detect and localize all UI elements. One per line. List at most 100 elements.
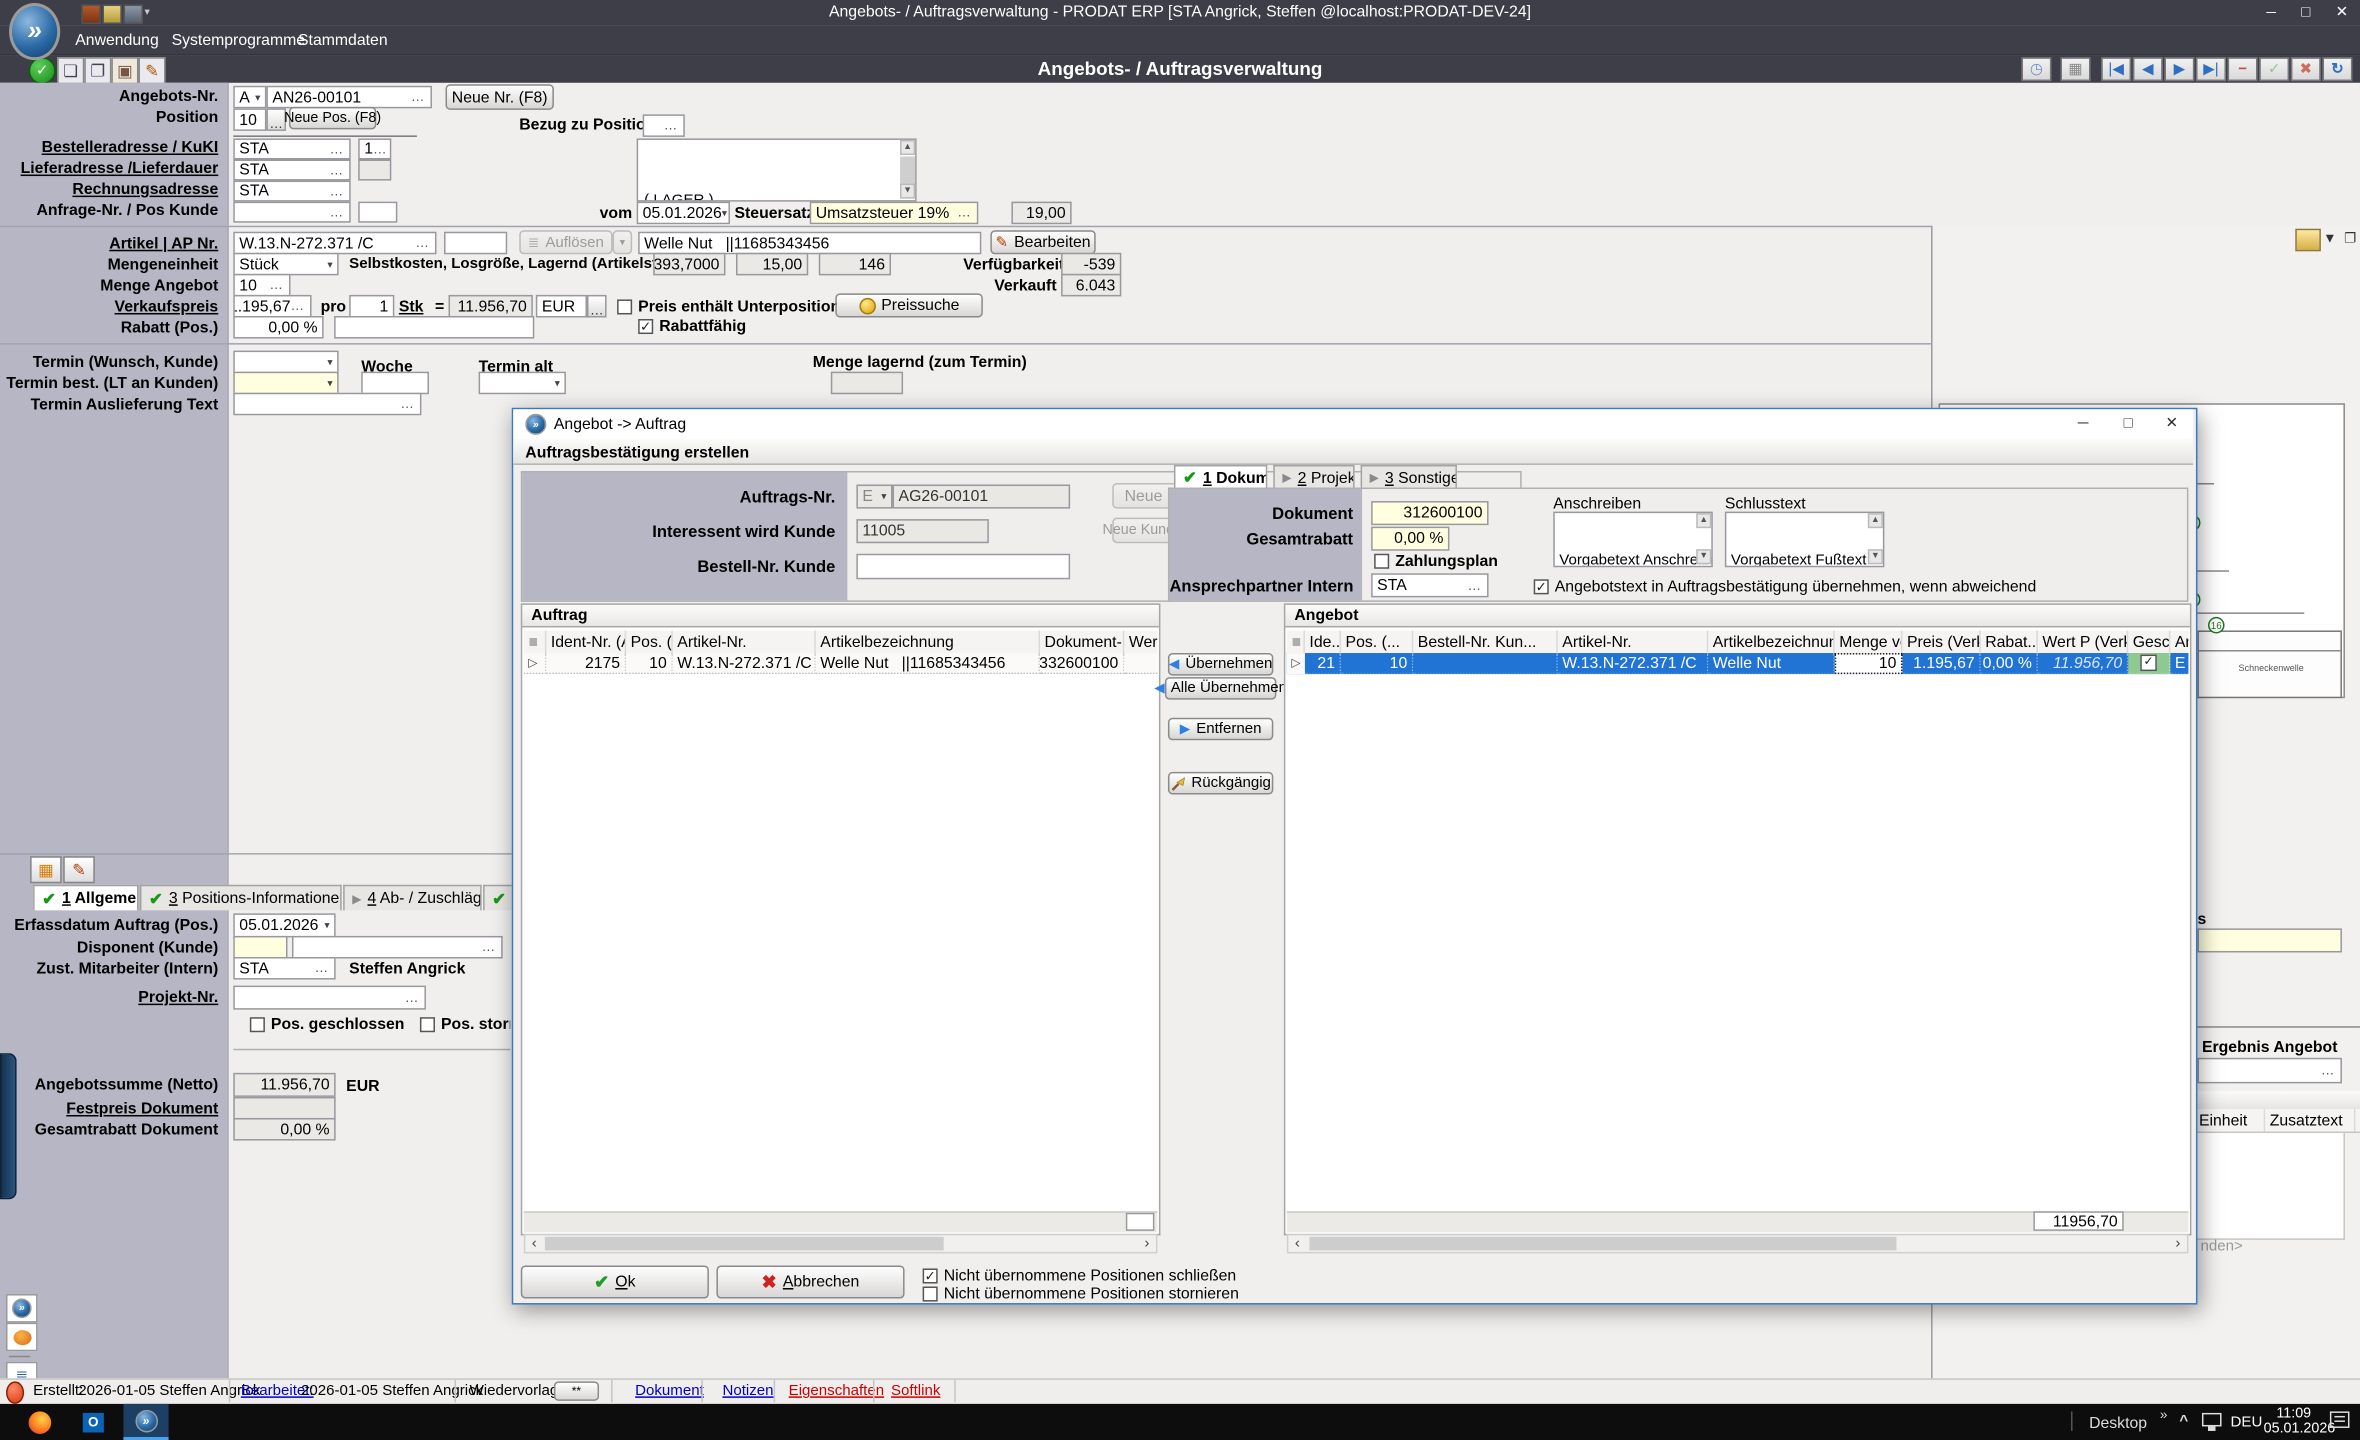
package-button[interactable]: ▦ — [2060, 57, 2091, 82]
pos-geschlossen-checkbox[interactable] — [249, 1017, 265, 1033]
anschreiben-scroll-down-icon[interactable]: ▼ — [1696, 549, 1712, 565]
dialog-gesamtrabatt-input[interactable]: 0,00 % — [1371, 526, 1450, 551]
scroll-left-icon[interactable]: ‹ — [1288, 1235, 1306, 1252]
handshake-icon[interactable] — [6, 1322, 38, 1352]
angebot-col-ident[interactable]: Ide... — [1305, 630, 1342, 654]
auftrags-prefix-select[interactable]: E ▾ — [856, 484, 893, 509]
vom-date-select[interactable]: 05.01.2026 ▾ — [636, 201, 730, 225]
positionen-stornieren-checkbox[interactable] — [922, 1286, 938, 1302]
abbrechen-button[interactable]: ✖ Abbrechen — [716, 1265, 905, 1299]
angebot-cell-geschlossen[interactable]: ✓ — [2128, 653, 2171, 675]
grid-view-icon[interactable]: ▦ — [30, 856, 62, 884]
mengeneinheit-select[interactable]: Stück ▾ — [233, 252, 339, 276]
tab-ab-zuschlaege[interactable]: ▶ 4 Ab- / Zuschläge — [343, 884, 482, 911]
tab-positions-informationen[interactable]: ✔ 3 Positions-Informationen — [139, 884, 342, 911]
wiedervorlage-button[interactable]: ** — [553, 1381, 600, 1401]
verkaufspreis-input[interactable]: 1.195,67… — [233, 294, 312, 318]
notizen-link[interactable]: Notizen — [722, 1383, 773, 1400]
uebernehmen-button[interactable]: ◀ Übernehmen — [1167, 653, 1274, 676]
ok-button[interactable]: ✔ Ok — [520, 1265, 709, 1299]
ellipsis-icon[interactable]: … — [400, 396, 415, 410]
dialog-minimize-button[interactable]: ─ — [2060, 409, 2105, 439]
woche-input[interactable] — [361, 371, 429, 395]
pro-menge-input[interactable]: 1 — [349, 294, 395, 318]
ellipsis-icon[interactable]: … — [957, 205, 972, 219]
geschlossen-checkbox[interactable]: ✓ — [2140, 654, 2157, 672]
rabattfaehig-checkbox[interactable]: ✓ — [638, 318, 654, 335]
menge-angebot-input[interactable]: 10… — [233, 273, 291, 297]
auftrag-hscrollbar[interactable]: ‹ › — [523, 1233, 1158, 1254]
aufloesen-button[interactable]: ≣ Auflösen — [519, 230, 613, 255]
address-scrollbar[interactable] — [900, 156, 916, 184]
scroll-thumb[interactable] — [544, 1236, 944, 1251]
dialog-tab-sonstiges[interactable]: ▶ 3 Sonstiges — [1360, 464, 1457, 490]
bearbeiten-button[interactable]: ✎ Bearbeiten — [990, 230, 1096, 255]
window-layout-icon[interactable]: ❐ — [2340, 227, 2360, 248]
disponent-name-input[interactable]: … — [291, 935, 503, 959]
tray-expand-icon[interactable]: ^ — [2179, 1413, 2188, 1430]
taskbar-prodat-button[interactable]: » — [123, 1403, 169, 1440]
taskbar-desktop-label[interactable]: Desktop — [2089, 1414, 2147, 1432]
ellipsis-icon[interactable]: … — [373, 141, 388, 155]
liefer-input[interactable]: STA… — [233, 159, 351, 181]
ellipsis-icon[interactable]: … — [482, 940, 497, 954]
dialog-tab-dokument[interactable]: ✔ 1 Dokument — [1173, 464, 1268, 490]
nav-first-button[interactable]: |◀ — [2101, 57, 2132, 82]
termin-best-select[interactable]: ▾ — [233, 371, 339, 395]
scroll-left-icon[interactable]: ‹ — [525, 1235, 543, 1252]
termin-text-input[interactable]: … — [233, 392, 422, 416]
anschreiben-textarea[interactable]: Vorgabetext Anschreiben Angebot aus — [1553, 511, 1713, 568]
angebot-col-pos[interactable]: Pos. (... — [1341, 630, 1414, 654]
ellipsis-icon[interactable]: … — [290, 299, 305, 313]
angebot-col-bestellnr[interactable]: Bestell-Nr. Kun... — [1413, 630, 1558, 654]
scroll-right-icon[interactable]: › — [2169, 1235, 2187, 1252]
angebot-cell-menge[interactable]: 10 — [1834, 653, 1903, 675]
ellipsis-icon[interactable]: … — [415, 235, 430, 249]
window-minimize-button[interactable]: ─ — [2255, 0, 2288, 26]
ellipsis-icon[interactable]: … — [269, 278, 284, 292]
angebots-prefix-select[interactable]: A ▾ — [233, 85, 267, 109]
fragment-yellow-input[interactable] — [2197, 928, 2342, 953]
address-scroll-down-icon[interactable]: ▼ — [900, 183, 916, 199]
auftrag-col-artikelnr[interactable]: Artikel-Nr. — [673, 630, 816, 654]
positionen-schliessen-checkbox[interactable]: ✓ — [922, 1268, 938, 1284]
ellipsis-icon[interactable]: … — [330, 163, 345, 177]
ellipsis-icon[interactable]: … — [315, 961, 330, 975]
network-icon[interactable] — [2201, 1412, 2222, 1431]
angebot-hscrollbar[interactable]: ‹ › — [1286, 1233, 2189, 1254]
angebotstext-checkbox[interactable]: ✓ — [1533, 579, 1549, 595]
notification-icon[interactable] — [2329, 1411, 2350, 1428]
termin-wunsch-select[interactable]: ▾ — [233, 350, 339, 374]
angebot-col-menge[interactable]: Menge ver... — [1835, 630, 1903, 654]
auftrag-col-dokument[interactable]: Dokument-Nr. — [1040, 630, 1125, 654]
scroll-thumb[interactable] — [1309, 1236, 1897, 1251]
ap-nr-input[interactable] — [444, 231, 508, 255]
history-clock-button[interactable]: ◷ — [2021, 57, 2052, 82]
tab-allgemein[interactable]: ✔ 1 Allgemein — [33, 884, 139, 911]
ellipsis-icon[interactable]: … — [330, 205, 345, 219]
window-close-button[interactable]: ✕ — [2324, 0, 2360, 26]
nav-prev-button[interactable]: ◀ — [2132, 57, 2163, 82]
zusatztext-column-header[interactable]: Zusatztext — [2265, 1108, 2356, 1132]
address-info-box[interactable]: ( LAGER ) Steffen Angrick Storchennest S… — [636, 138, 917, 202]
erfassdatum-select[interactable]: 05.01.2026 ▾ — [233, 913, 336, 938]
rechnung-input[interactable]: STA… — [233, 180, 351, 202]
auftrag-col-pos[interactable]: Pos. (... — [626, 630, 673, 654]
unterpositionen-checkbox[interactable] — [617, 299, 633, 315]
auftrag-grid-row[interactable]: ▷ 2175 10 W.13.N-272.371 /C Welle Nut ||… — [523, 653, 1158, 675]
schlusstext-scroll-up-icon[interactable]: ▲ — [1867, 513, 1883, 529]
ellipsis-icon[interactable]: … — [330, 184, 345, 198]
ellipsis-icon[interactable]: … — [664, 118, 679, 132]
pos-kunde-input[interactable] — [358, 201, 398, 223]
bezug-zu-position-input[interactable]: … — [642, 114, 685, 137]
keyboard-language[interactable]: DEU — [2231, 1414, 2263, 1431]
besteller-input[interactable]: STA… — [233, 138, 351, 160]
waehrung-ellipsis-button[interactable]: … — [586, 294, 607, 318]
alle-uebernehmen-button[interactable]: ◀ Alle Übernehmen — [1154, 677, 1287, 700]
schlusstext-textarea[interactable]: Vorgabetext Fußtext Angebot aus — [1724, 511, 1885, 568]
dialog-tab-projekt[interactable]: ▶ 2 Projekt — [1273, 464, 1355, 490]
nav-last-button[interactable]: ▶| — [2195, 57, 2227, 82]
cancel-edit-button[interactable]: ✖ — [2290, 57, 2321, 82]
preissuche-button[interactable]: Preissuche — [835, 293, 983, 318]
ergebnis-angebot-input[interactable]: … — [2197, 1057, 2342, 1084]
